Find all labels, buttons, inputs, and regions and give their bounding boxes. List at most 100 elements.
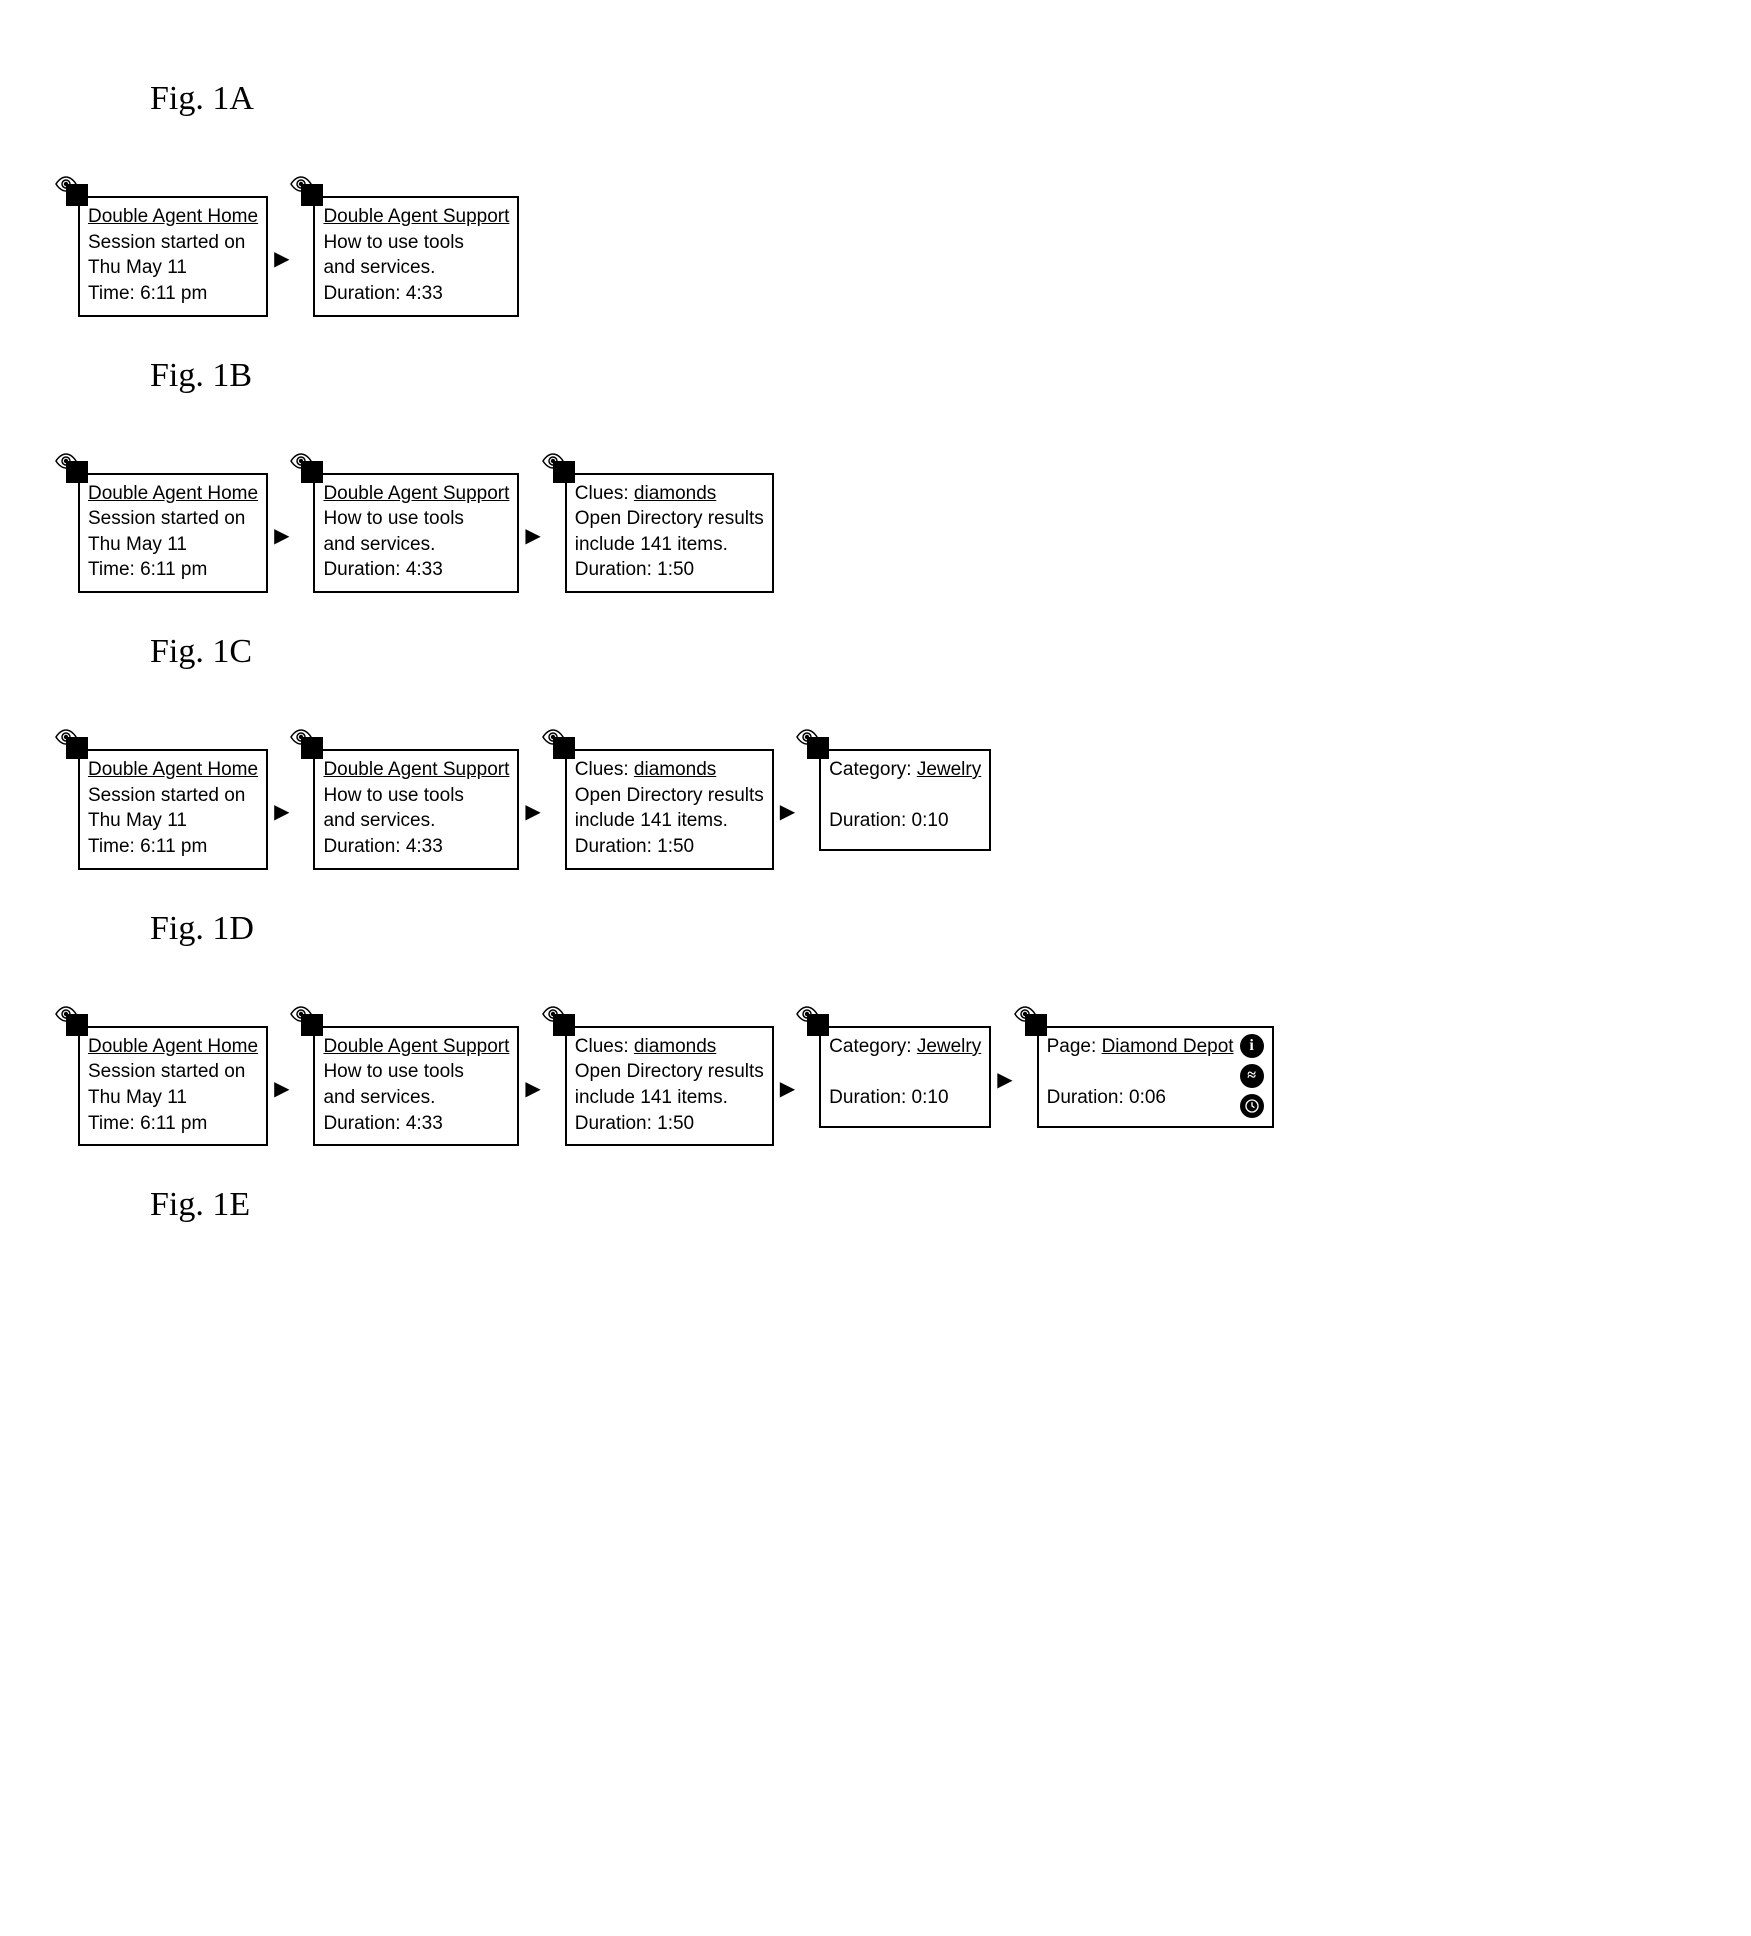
node-wrap: Double Agent Support How to use tools an… [295,1008,546,1147]
node-title-link[interactable]: Double Agent Support [323,759,509,780]
node-prefix: Page: [1047,1036,1102,1057]
node-wrap: Double Agent Home Session started on Thu… [60,1008,295,1147]
node-text: Page: Diamond Depot Duration: 0:06 [1047,1034,1234,1118]
node-line: Time: 6:11 pm [88,557,258,583]
node-box: Clues: diamonds Open Directory results i… [565,473,774,594]
figure-label-1c: Fig. 1C [150,633,1751,671]
corner-marker-icon [553,461,575,483]
node-box: Page: Diamond Depot Duration: 0:06 i ≈ [1037,1026,1274,1128]
node-line: Thu May 11 [88,808,258,834]
node-line: How to use tools [323,506,509,532]
node-line: How to use tools [323,783,509,809]
node-line: Time: 6:11 pm [88,834,258,860]
node-home: Double Agent Home Session started on Thu… [60,1008,268,1147]
corner-marker-icon [301,737,323,759]
node-line: Session started on [88,506,258,532]
node-title-link[interactable]: Double Agent Support [323,206,509,227]
node-title-link[interactable]: Double Agent Home [88,206,258,227]
node-wrap: Page: Diamond Depot Duration: 0:06 i ≈ [1019,1008,1274,1128]
corner-marker-icon [301,461,323,483]
node-line: Time: 6:11 pm [88,1111,258,1137]
node-line: and services. [323,1085,509,1111]
node-line: Open Directory results [575,506,764,532]
node-title-link[interactable]: Double Agent Support [323,483,509,504]
node-line: include 141 items. [575,808,764,834]
node-line: Duration: 1:50 [575,1111,764,1137]
node-box: Double Agent Home Session started on Thu… [78,749,268,870]
figure-label-1d: Fig. 1D [150,910,1751,948]
node-line: Duration: 4:33 [323,281,509,307]
node-title-link[interactable]: Jewelry [917,1036,981,1057]
corner-marker-icon [807,737,829,759]
node-title-link[interactable]: Double Agent Home [88,483,258,504]
node-title-link[interactable]: Double Agent Home [88,759,258,780]
node-box: Double Agent Home Session started on Thu… [78,196,268,317]
node-wrap: Clues: diamonds Open Directory results i… [547,731,801,870]
arrow-right-icon: ▶ [274,1073,289,1099]
row-1c: Double Agent Home Session started on Thu… [60,455,1751,594]
corner-marker-icon [66,737,88,759]
arrow-right-icon: ▶ [997,1064,1012,1090]
node-wrap: Double Agent Home Session started on Thu… [60,455,295,594]
node-title-link[interactable]: Double Agent Support [323,1036,509,1057]
node-wrap: Category: Jewelry Duration: 0:10 [801,731,991,851]
node-box: Double Agent Support How to use tools an… [313,473,519,594]
node-line: Duration: 1:50 [575,557,764,583]
node-clues: Clues: diamonds Open Directory results i… [547,731,774,870]
arrow-right-icon: ▶ [525,796,540,822]
figure-label-1e: Fig. 1E [150,1186,1751,1224]
node-line: Thu May 11 [88,532,258,558]
corner-marker-icon [301,184,323,206]
row-1b: Double Agent Home Session started on Thu… [60,178,1751,317]
node-support: Double Agent Support How to use tools an… [295,455,519,594]
node-line: include 141 items. [575,532,764,558]
corner-marker-icon [553,1014,575,1036]
arrow-right-icon: ▶ [780,1073,795,1099]
node-title-link[interactable]: diamonds [634,759,716,780]
node-box: Clues: diamonds Open Directory results i… [565,1026,774,1147]
arrow-right-icon: ▶ [780,796,795,822]
node-line: include 141 items. [575,1085,764,1111]
node-title-link[interactable]: Double Agent Home [88,1036,258,1057]
node-line: Duration: 0:10 [829,1085,981,1111]
node-prefix: Clues: [575,483,634,504]
corner-marker-icon [301,1014,323,1036]
node-line: Duration: 4:33 [323,1111,509,1137]
node-box: Double Agent Support How to use tools an… [313,749,519,870]
clock-icon[interactable] [1240,1094,1264,1118]
info-icon[interactable]: i [1240,1034,1264,1058]
arrow-right-icon: ▶ [274,243,289,269]
node-line: How to use tools [323,230,509,256]
node-wrap: Double Agent Home Session started on Thu… [60,178,295,317]
node-line [1047,1059,1234,1085]
node-wrap: Double Agent Home Session started on Thu… [60,731,295,870]
node-page: Page: Diamond Depot Duration: 0:06 i ≈ [1019,1008,1274,1128]
node-line: and services. [323,532,509,558]
corner-marker-icon [66,184,88,206]
node-prefix: Category: [829,759,917,780]
arrow-right-icon: ▶ [274,796,289,822]
node-box: Double Agent Home Session started on Thu… [78,473,268,594]
corner-marker-icon [1025,1014,1047,1036]
diagram-page: Fig. 1A Double Agent Home Session starte… [0,0,1751,1364]
node-wrap: Double Agent Support How to use tools an… [295,731,546,870]
node-line: Thu May 11 [88,1085,258,1111]
node-line: Duration: 1:50 [575,834,764,860]
node-title-link[interactable]: Diamond Depot [1102,1036,1234,1057]
node-line: and services. [323,255,509,281]
node-title-link[interactable]: diamonds [634,1036,716,1057]
node-line: Session started on [88,783,258,809]
node-line: Duration: 4:33 [323,834,509,860]
arrow-right-icon: ▶ [525,520,540,546]
node-box: Category: Jewelry Duration: 0:10 [819,749,991,851]
node-title-link[interactable]: Jewelry [917,759,981,780]
node-line [829,1059,981,1085]
node-title-link[interactable]: diamonds [634,483,716,504]
corner-marker-icon [807,1014,829,1036]
node-line: Session started on [88,1059,258,1085]
similar-icon[interactable]: ≈ [1240,1064,1264,1088]
node-line: and services. [323,808,509,834]
node-wrap: Clues: diamonds Open Directory results i… [547,1008,801,1147]
node-line: Time: 6:11 pm [88,281,258,307]
node-clues: Clues: diamonds Open Directory results i… [547,455,774,594]
